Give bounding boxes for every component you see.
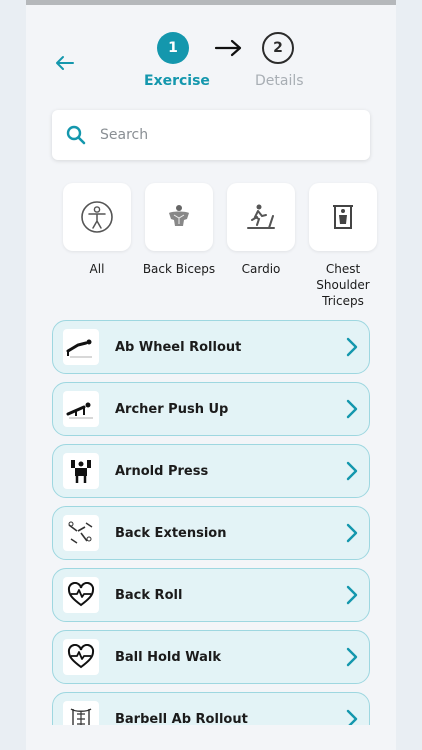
- search-input[interactable]: [100, 127, 340, 143]
- stepper: 1 2 Exercise Details: [26, 32, 396, 92]
- exercise-thumbnail: [63, 329, 99, 365]
- ab-wheel-figure-icon: [66, 339, 92, 358]
- step-2-indicator[interactable]: 2: [262, 32, 294, 64]
- chevron-right-icon: [346, 523, 358, 543]
- exercise-list: Ab Wheel Rollout Archer Push Up Arnold P…: [52, 320, 370, 725]
- chevron-right-icon: [346, 709, 358, 725]
- exercise-name: Barbell Ab Rollout: [115, 711, 248, 726]
- exercise-thumbnail: [63, 639, 99, 675]
- abs-figure-icon: [70, 708, 92, 725]
- category-label: Back Biceps: [142, 262, 216, 276]
- chevron-right-icon: [346, 647, 358, 667]
- exercise-name: Ab Wheel Rollout: [115, 339, 242, 355]
- step-1-label: Exercise: [144, 73, 210, 89]
- exercise-thumbnail: [63, 453, 99, 489]
- category-chest-shoulder-triceps[interactable]: Chest Shoulder Triceps: [302, 183, 384, 309]
- category-filter: All Back Biceps Cardio Chest Shoulder Tr…: [56, 183, 377, 313]
- treadmill-icon: [247, 204, 275, 229]
- chevron-right-icon: [346, 461, 358, 481]
- chevron-right-icon: [346, 585, 358, 605]
- exercise-row[interactable]: Ball Hold Walk: [52, 630, 370, 684]
- exercise-row[interactable]: Barbell Ab Rollout: [52, 692, 370, 725]
- category-all[interactable]: All: [56, 183, 138, 277]
- exercise-thumbnail: [63, 515, 99, 551]
- arrow-right-icon: [214, 39, 242, 57]
- exercise-row[interactable]: Archer Push Up: [52, 382, 370, 436]
- exercise-thumbnail: [63, 701, 99, 725]
- pushup-figure-icon: [66, 402, 93, 419]
- step-1-indicator[interactable]: 1: [157, 32, 189, 64]
- category-back-biceps[interactable]: Back Biceps: [138, 183, 220, 277]
- heart-pulse-icon: [67, 644, 95, 669]
- step-2-label: Details: [255, 73, 304, 89]
- chevron-right-icon: [346, 399, 358, 419]
- person-circle-icon: [81, 201, 113, 233]
- exercise-name: Archer Push Up: [115, 401, 229, 417]
- category-tile: [63, 183, 131, 251]
- exercise-name: Ball Hold Walk: [115, 649, 221, 665]
- exercise-row[interactable]: Back Roll: [52, 568, 370, 622]
- exercise-thumbnail: [63, 391, 99, 427]
- exercise-row[interactable]: Back Extension: [52, 506, 370, 560]
- heart-pulse-icon: [67, 582, 95, 607]
- extension-figure-icon: [68, 521, 93, 544]
- category-label: All: [89, 262, 105, 276]
- exercise-row[interactable]: Ab Wheel Rollout: [52, 320, 370, 374]
- category-label: Chest Shoulder Triceps: [316, 262, 370, 308]
- category-tile: [309, 183, 377, 251]
- torso-icon: [333, 205, 353, 229]
- press-figure-icon: [71, 460, 91, 483]
- category-cardio[interactable]: Cardio: [220, 183, 302, 277]
- category-tile: [145, 183, 213, 251]
- exercise-name: Arnold Press: [115, 463, 209, 479]
- category-label: Cardio: [241, 262, 281, 276]
- category-tile: [227, 183, 295, 251]
- exercise-name: Back Roll: [115, 587, 183, 603]
- search-box[interactable]: [52, 110, 370, 160]
- search-icon: [66, 125, 86, 145]
- exercise-row[interactable]: Arnold Press: [52, 444, 370, 498]
- screen: 1 2 Exercise Details All: [26, 5, 396, 750]
- chevron-right-icon: [346, 337, 358, 357]
- exercise-thumbnail: [63, 577, 99, 613]
- back-muscle-icon: [169, 205, 189, 226]
- exercise-name: Back Extension: [115, 525, 227, 541]
